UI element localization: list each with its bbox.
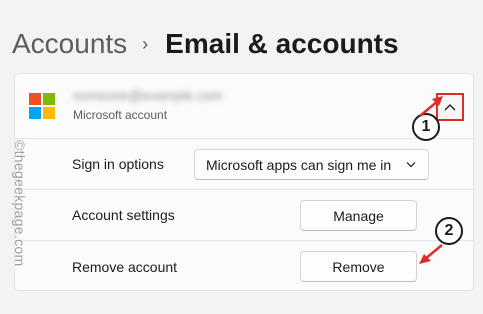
sign-in-options-dropdown[interactable]: Microsoft apps can sign me in <box>194 149 429 180</box>
row-remove-account: Remove account Remove <box>15 241 473 292</box>
breadcrumb-accounts[interactable]: Accounts <box>12 26 127 62</box>
sign-in-options-label: Sign in options <box>72 156 164 172</box>
microsoft-logo-icon <box>29 93 55 119</box>
account-email: someone@example.com <box>73 88 223 103</box>
manage-button[interactable]: Manage <box>300 200 417 231</box>
settings-page: Accounts › Email & accounts someone@exam… <box>0 0 483 314</box>
step-2-badge: 2 <box>435 217 463 245</box>
remove-button[interactable]: Remove <box>300 251 417 282</box>
chevron-up-icon <box>444 104 456 111</box>
breadcrumb: Accounts › Email & accounts <box>12 26 399 62</box>
sign-in-options-value: Microsoft apps can sign me in <box>206 156 392 173</box>
account-header[interactable]: someone@example.com Microsoft account <box>15 74 473 139</box>
row-account-settings: Account settings Manage <box>15 190 473 241</box>
chevron-down-icon <box>406 162 416 168</box>
step-1-badge: 1 <box>412 113 440 141</box>
collapse-button[interactable] <box>436 93 464 121</box>
row-sign-in-options: Sign in options Microsoft apps can sign … <box>15 139 473 190</box>
account-card: someone@example.com Microsoft account Si… <box>14 73 474 291</box>
account-type: Microsoft account <box>73 108 168 122</box>
breadcrumb-separator: › <box>142 34 149 54</box>
watermark: ©thegeekpage.com <box>12 140 28 267</box>
page-title: Email & accounts <box>165 28 399 59</box>
account-settings-label: Account settings <box>72 207 175 223</box>
remove-account-label: Remove account <box>72 258 178 275</box>
